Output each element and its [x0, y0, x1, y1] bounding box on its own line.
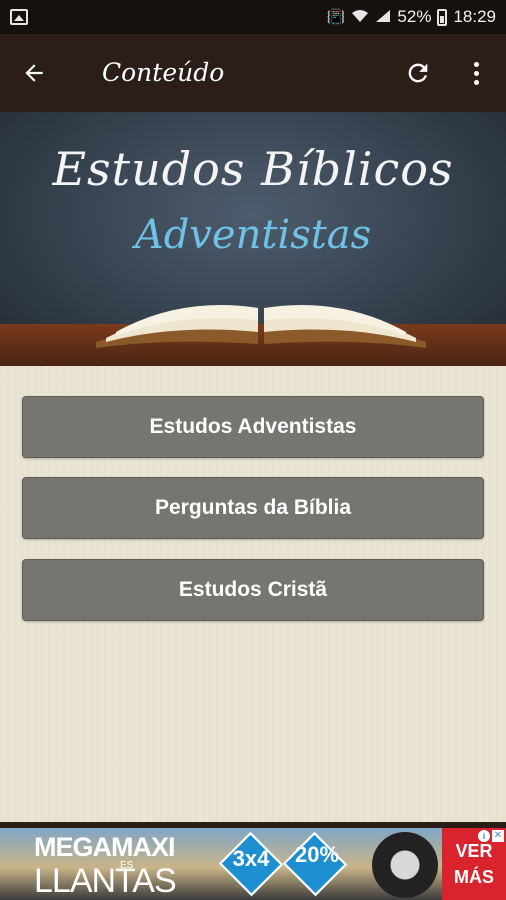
banner-title: Estudos Bíblicos [52, 142, 454, 196]
app-bar: Conteúdo [0, 34, 506, 112]
refresh-icon [408, 63, 428, 83]
header-banner: Estudos Bíblicos Adventistas [0, 112, 506, 366]
refresh-button[interactable] [398, 53, 438, 93]
ad-promo-text-1: 3x4 [232, 846, 270, 871]
tire-icon [372, 832, 438, 898]
estudos-crista-button[interactable]: Estudos Cristã [22, 559, 484, 621]
ad-brand-line2: LLANTAS [34, 862, 177, 900]
ad-close-icon[interactable]: ✕ [492, 830, 504, 842]
arrow-back-icon [25, 64, 43, 82]
perguntas-da-biblia-button[interactable]: Perguntas da Bíblia [22, 477, 484, 539]
ad-brand-line1: MEGAMAXI [34, 832, 175, 862]
vibrate-icon: 📳 [326, 8, 346, 26]
signal-icon [375, 9, 391, 26]
more-vert-icon [473, 61, 479, 67]
estudos-adventistas-button[interactable]: Estudos Adventistas [22, 396, 484, 458]
banner-subtitle: Adventistas [134, 212, 372, 258]
ad-cta-text[interactable]: VER MÁS [446, 838, 502, 890]
content-area: Estudos Adventistas Perguntas da Bíblia … [0, 366, 506, 822]
image-notification-icon [10, 9, 28, 25]
ad-banner[interactable]: MEGAMAXI ES LLANTAS 3x4 20% VER MÁS i ✕ [0, 828, 506, 900]
open-bible-icon [96, 305, 426, 348]
battery-percent: 52% [397, 7, 432, 26]
wifi-icon [351, 9, 369, 26]
status-bar: 📳 52% 18:29 [0, 0, 506, 34]
more-options-button[interactable] [458, 53, 494, 93]
ad-info-icon[interactable]: i [478, 830, 490, 842]
back-button[interactable] [14, 53, 54, 93]
battery-icon [437, 8, 448, 26]
ad-promo-text-2: 20% [294, 842, 340, 867]
page-title: Conteúdo [102, 58, 225, 87]
status-indicators: 📳 52% 18:29 [327, 0, 496, 34]
clock: 18:29 [453, 7, 496, 26]
